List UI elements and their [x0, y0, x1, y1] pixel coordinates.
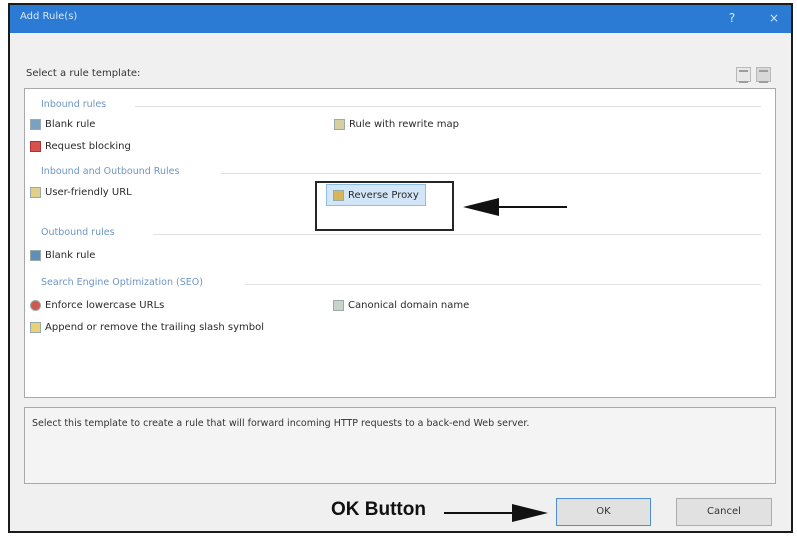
- group-inbound-rules: Inbound rules: [41, 99, 761, 113]
- user-friendly-url-icon: [30, 186, 41, 198]
- list-item-append-remove-slash[interactable]: Append or remove the trailing slash symb…: [30, 319, 264, 335]
- help-button[interactable]: ?: [720, 7, 744, 29]
- request-blocking-icon: [30, 140, 41, 152]
- details-view-icon[interactable]: [756, 67, 771, 83]
- list-item-canonical-domain[interactable]: Canonical domain name: [333, 297, 469, 313]
- outbound-blank-rule-icon: [30, 249, 41, 261]
- group-divider: [153, 234, 761, 235]
- list-item-request-blocking[interactable]: Request blocking: [30, 138, 131, 154]
- rule-template-list[interactable]: Inbound rules Blank rule Rule with rewri…: [24, 88, 776, 398]
- ok-button[interactable]: OK: [556, 498, 651, 526]
- group-divider: [245, 284, 761, 285]
- group-seo: Search Engine Optimization (SEO): [41, 277, 761, 291]
- annotation-arrow-reverse-proxy: [463, 198, 567, 216]
- template-description-panel: Select this template to create a rule th…: [24, 407, 776, 484]
- list-item-enforce-lowercase[interactable]: Enforce lowercase URLs: [30, 297, 164, 313]
- group-divider: [135, 106, 761, 107]
- reverse-proxy-highlight: [315, 181, 454, 231]
- list-item-rule-with-rewrite-map[interactable]: Rule with rewrite map: [334, 116, 459, 132]
- cancel-button[interactable]: Cancel: [676, 498, 772, 526]
- view-toggle: [736, 66, 780, 84]
- group-inbound-outbound-rules: Inbound and Outbound Rules: [41, 166, 761, 180]
- group-divider: [221, 173, 761, 174]
- list-item-outbound-blank-rule[interactable]: Blank rule: [30, 247, 95, 263]
- canonical-domain-icon: [333, 299, 344, 311]
- blank-rule-icon: [30, 118, 41, 130]
- trailing-slash-icon: [30, 321, 41, 333]
- annotation-arrow-ok: [444, 504, 548, 522]
- rewrite-map-icon: [334, 118, 345, 130]
- list-view-icon[interactable]: [736, 67, 751, 83]
- right-arrow-icon: [444, 504, 548, 522]
- dialog-title: Add Rule(s): [20, 11, 78, 22]
- ok-button-annotation-label: OK Button: [331, 499, 426, 520]
- left-arrow-icon: [463, 198, 567, 216]
- template-description: Select this template to create a rule th…: [32, 418, 530, 429]
- close-button[interactable]: ×: [762, 7, 786, 29]
- title-bar: Add Rule(s) ? ×: [10, 5, 791, 33]
- list-item-user-friendly-url[interactable]: User-friendly URL: [30, 184, 132, 200]
- list-item-blank-rule[interactable]: Blank rule: [30, 116, 95, 132]
- enforce-lowercase-icon: [30, 299, 41, 311]
- template-prompt: Select a rule template:: [26, 68, 141, 79]
